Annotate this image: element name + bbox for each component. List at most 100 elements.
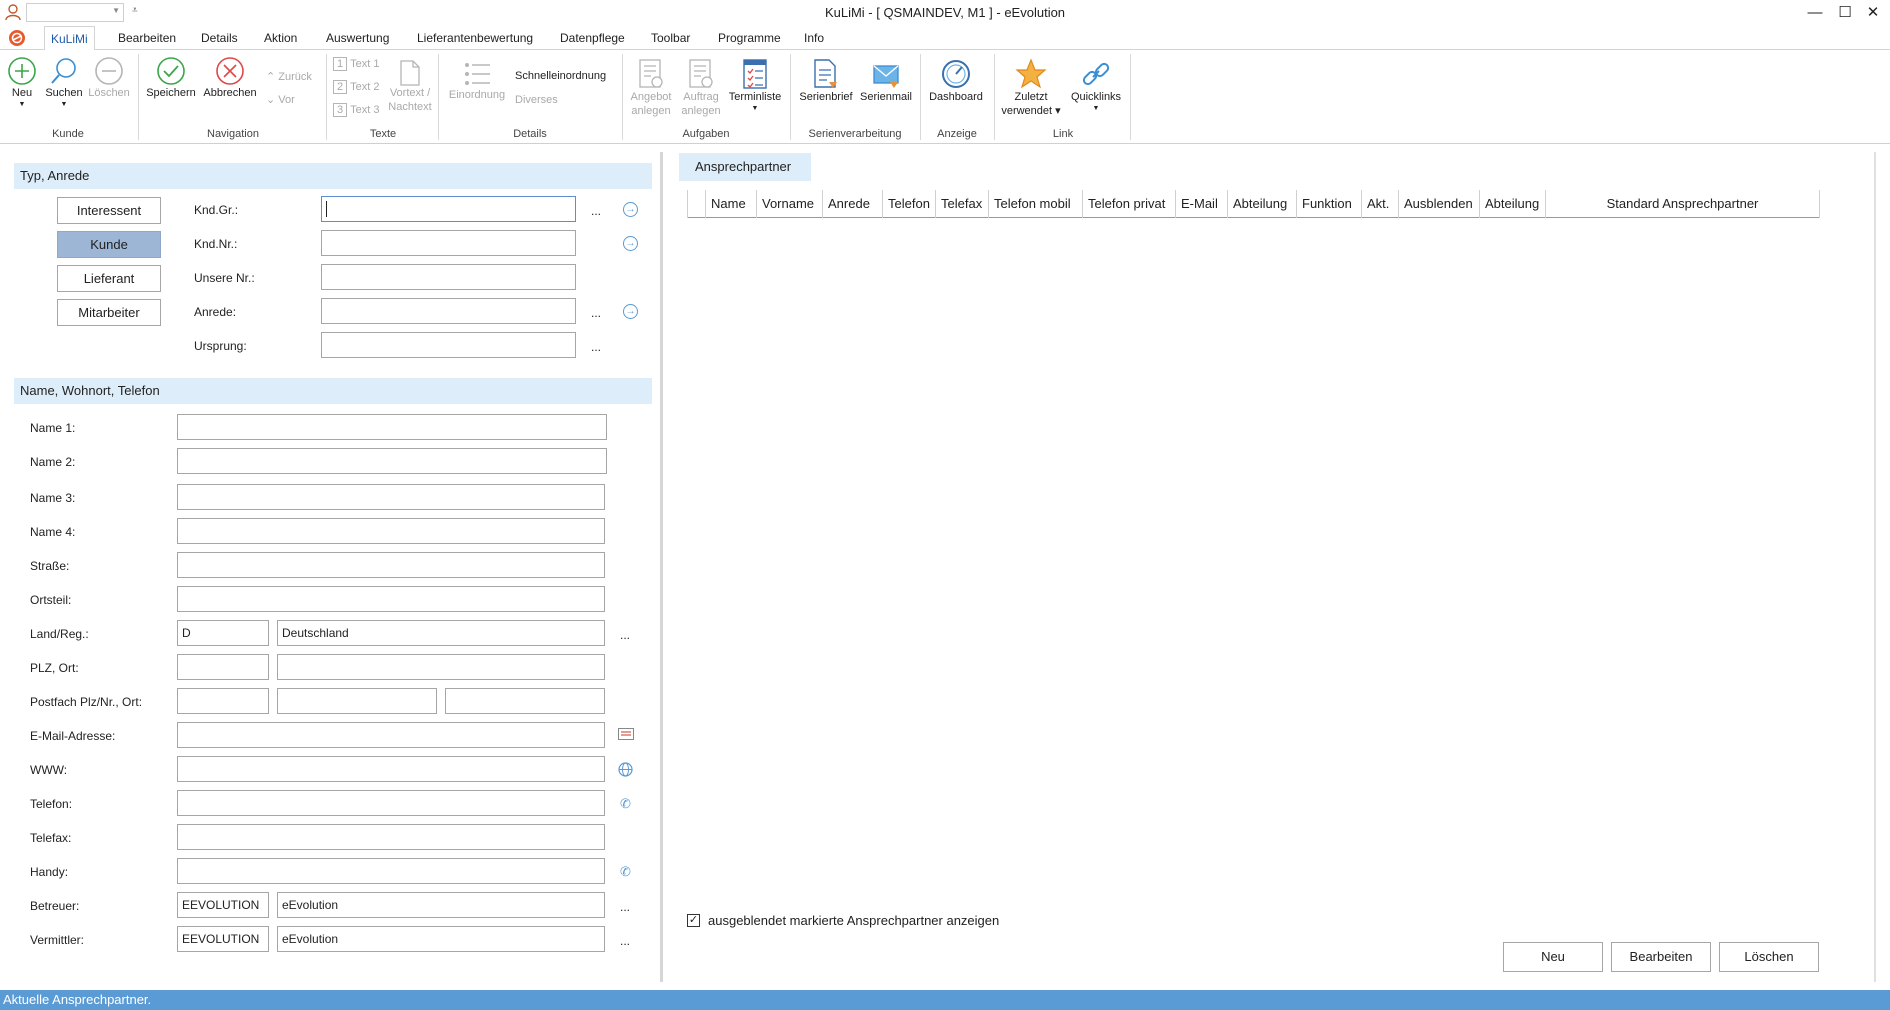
- auftrag-anlegen-button[interactable]: Auftrag anlegen: [676, 58, 726, 118]
- neu-button[interactable]: Neu ▼: [4, 56, 40, 109]
- zuletzt-verwendet-button[interactable]: Zuletzt verwendet ▾: [998, 58, 1064, 118]
- column-header[interactable]: E-Mail: [1175, 190, 1227, 218]
- tab-toolbar[interactable]: Toolbar: [645, 26, 696, 50]
- einordnung-button[interactable]: Einordnung: [444, 60, 510, 102]
- serienbrief-button[interactable]: Serienbrief: [796, 58, 856, 104]
- qat-customize-icon[interactable]: ⩡: [132, 5, 138, 16]
- column-header[interactable]: Abteilung: [1227, 190, 1296, 218]
- name2-input[interactable]: [177, 448, 607, 474]
- minimize-icon[interactable]: —: [1800, 2, 1830, 24]
- show-hidden-contacts-checkbox[interactable]: ✓: [687, 914, 700, 927]
- column-header[interactable]: Telefon: [882, 190, 935, 218]
- email-input[interactable]: [177, 722, 605, 748]
- tab-kulimi[interactable]: KuLiMi: [44, 26, 95, 51]
- vor-button[interactable]: ⌄ Vor: [266, 93, 295, 106]
- anrede-lookup-button[interactable]: ...: [591, 306, 601, 320]
- mobile-phone-icon[interactable]: ✆: [618, 864, 633, 879]
- terminliste-button[interactable]: Terminliste ▼: [726, 58, 784, 113]
- vortext-button[interactable]: Vortext / Nachtext: [386, 60, 434, 114]
- serienmail-button[interactable]: Serienmail: [856, 58, 916, 104]
- text3-button[interactable]: 3 Text 3: [333, 103, 379, 117]
- betreuer-code-input[interactable]: EEVOLUTION: [177, 892, 269, 918]
- kndgr-lookup-button[interactable]: ...: [591, 204, 601, 218]
- vermittler-code-input[interactable]: EEVOLUTION: [177, 926, 269, 952]
- column-header[interactable]: Standard Ansprechpartner: [1545, 190, 1820, 218]
- ortsteil-input[interactable]: [177, 586, 605, 612]
- quicklinks-button[interactable]: Quicklinks ▼: [1064, 58, 1128, 113]
- telefax-input[interactable]: [177, 824, 605, 850]
- tab-auswertung[interactable]: Auswertung: [320, 26, 395, 50]
- anrede-input[interactable]: [321, 298, 576, 324]
- diverses-button[interactable]: Diverses: [515, 94, 558, 106]
- globe-icon[interactable]: [618, 762, 633, 777]
- text2-button[interactable]: 2 Text 2: [333, 80, 379, 94]
- www-input[interactable]: [177, 756, 605, 782]
- strasse-input[interactable]: [177, 552, 605, 578]
- tab-info[interactable]: Info: [798, 26, 830, 50]
- maximize-icon[interactable]: ☐: [1830, 2, 1860, 24]
- speichern-button[interactable]: Speichern: [144, 56, 198, 100]
- land-name-input[interactable]: Deutschland: [277, 620, 605, 646]
- tab-datenpflege[interactable]: Datenpflege: [554, 26, 631, 50]
- column-header[interactable]: Funktion: [1296, 190, 1361, 218]
- type-button-lieferant[interactable]: Lieferant: [57, 265, 161, 292]
- tab-ansprechpartner[interactable]: Ansprechpartner: [679, 153, 811, 181]
- ursprung-lookup-button[interactable]: ...: [591, 340, 601, 354]
- type-button-mitarbeiter[interactable]: Mitarbeiter: [57, 299, 161, 326]
- suchen-button[interactable]: Suchen ▼: [43, 56, 85, 109]
- land-lookup-button[interactable]: ...: [620, 628, 630, 642]
- email-compose-icon[interactable]: [618, 728, 634, 743]
- panel-splitter[interactable]: [660, 152, 663, 982]
- betreuer-name-input[interactable]: eEvolution: [277, 892, 605, 918]
- column-header[interactable]: Akt.: [1361, 190, 1398, 218]
- mandant-combo[interactable]: ▼: [26, 3, 124, 22]
- tab-aktion[interactable]: Aktion: [258, 26, 303, 50]
- phone-icon[interactable]: ✆: [618, 796, 633, 811]
- column-header[interactable]: Vorname: [756, 190, 822, 218]
- close-icon[interactable]: ✕: [1858, 2, 1888, 24]
- land-code-input[interactable]: D: [177, 620, 269, 646]
- name3-input[interactable]: [177, 484, 605, 510]
- plz-input[interactable]: [177, 654, 269, 680]
- text1-button[interactable]: 1 Text 1: [333, 57, 379, 71]
- column-header[interactable]: Abteilung: [1479, 190, 1545, 218]
- ansprechpartner-grid-body[interactable]: [687, 219, 1820, 899]
- vermittler-lookup-button[interactable]: ...: [620, 934, 630, 948]
- ansprechpartner-neu-button[interactable]: Neu: [1503, 942, 1603, 972]
- postfach-plz-input[interactable]: [177, 688, 269, 714]
- column-header[interactable]: Ausblenden: [1398, 190, 1479, 218]
- vermittler-name-input[interactable]: eEvolution: [277, 926, 605, 952]
- ansprechpartner-loeschen-button[interactable]: Löschen: [1719, 942, 1819, 972]
- tab-bearbeiten[interactable]: Bearbeiten: [112, 26, 182, 50]
- type-button-interessent[interactable]: Interessent: [57, 197, 161, 224]
- tab-programme[interactable]: Programme: [712, 26, 787, 50]
- telefon-input[interactable]: [177, 790, 605, 816]
- loeschen-button[interactable]: Löschen: [88, 56, 130, 100]
- postfach-nr-input[interactable]: [277, 688, 437, 714]
- zurueck-button[interactable]: ⌃ Zurück: [266, 70, 312, 83]
- ort-input[interactable]: [277, 654, 605, 680]
- postfach-ort-input[interactable]: [445, 688, 605, 714]
- column-header[interactable]: Name: [705, 190, 756, 218]
- ursprung-input[interactable]: [321, 332, 576, 358]
- betreuer-lookup-button[interactable]: ...: [620, 900, 630, 914]
- handy-input[interactable]: [177, 858, 605, 884]
- column-header[interactable]: Telefax: [935, 190, 988, 218]
- kndnr-go-icon[interactable]: →: [623, 236, 638, 251]
- tab-lieferantenbewertung[interactable]: Lieferantenbewertung: [411, 26, 539, 50]
- tab-details[interactable]: Details: [195, 26, 244, 50]
- name4-input[interactable]: [177, 518, 605, 544]
- user-icon[interactable]: [5, 3, 21, 21]
- type-button-kunde[interactable]: Kunde: [57, 231, 161, 258]
- abbrechen-button[interactable]: Abbrechen: [201, 56, 259, 100]
- column-header[interactable]: Telefon mobil: [988, 190, 1082, 218]
- app-logo-icon[interactable]: [8, 29, 26, 47]
- kndgr-input[interactable]: [321, 196, 576, 222]
- dashboard-button[interactable]: Dashboard: [924, 58, 988, 104]
- kndgr-go-icon[interactable]: →: [623, 202, 638, 217]
- column-header[interactable]: Anrede: [822, 190, 882, 218]
- ansprechpartner-bearbeiten-button[interactable]: Bearbeiten: [1611, 942, 1711, 972]
- name1-input[interactable]: [177, 414, 607, 440]
- anrede-go-icon[interactable]: →: [623, 304, 638, 319]
- unsere-nr-input[interactable]: [321, 264, 576, 290]
